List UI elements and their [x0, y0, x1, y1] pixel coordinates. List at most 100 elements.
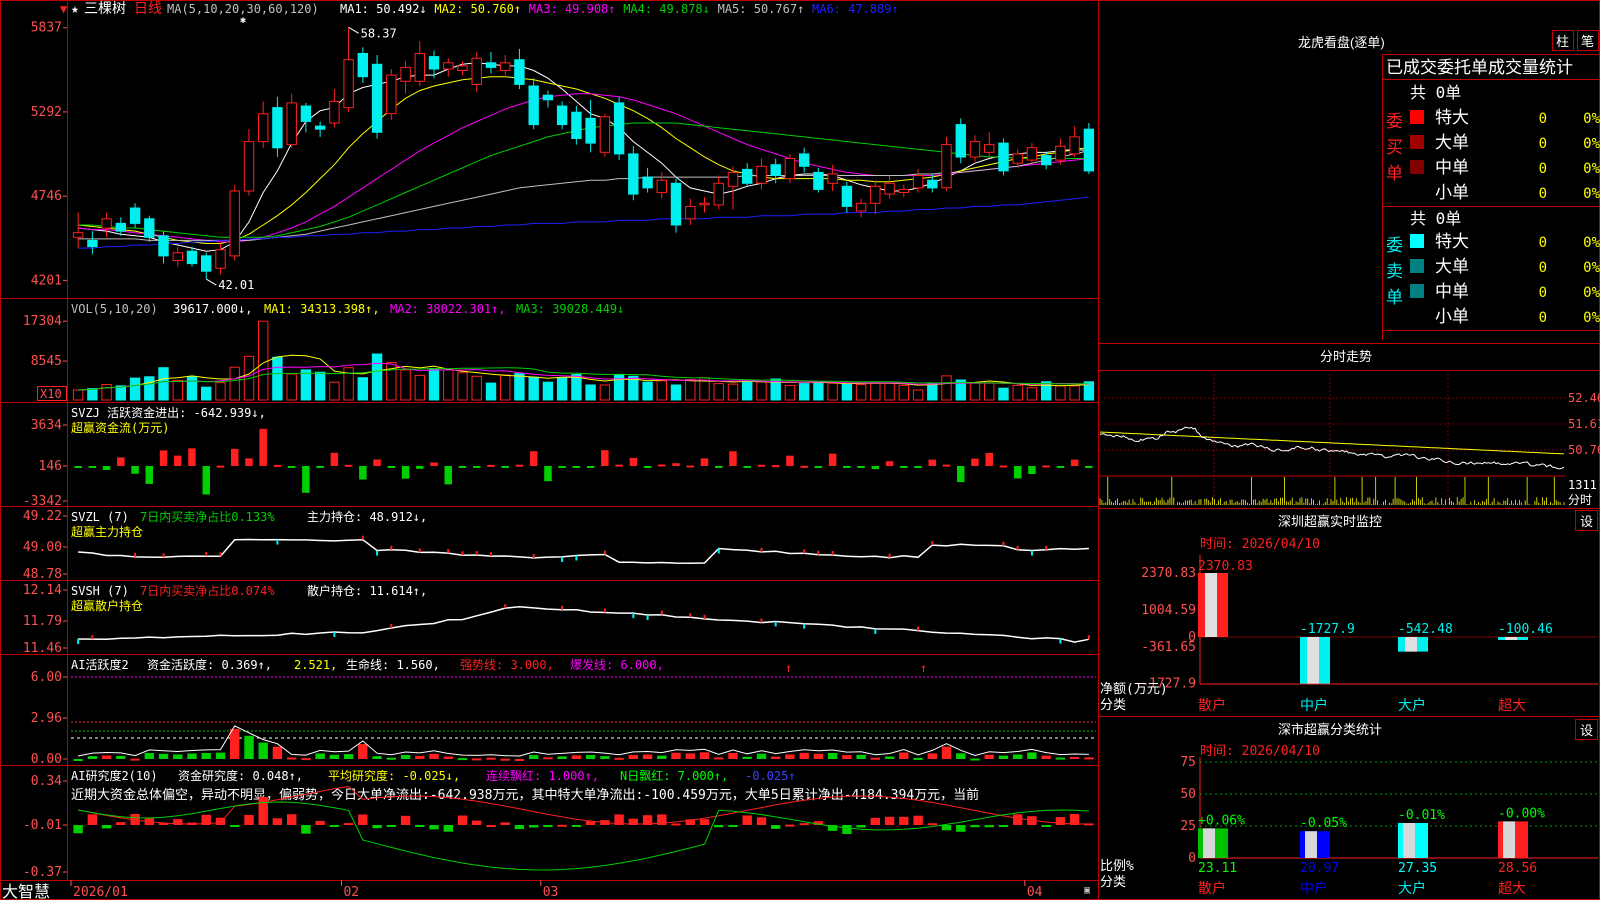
- monitor-bar-label: -100.46: [1498, 622, 1553, 637]
- panel-tick: 11.79: [23, 614, 62, 629]
- svzj-bar: [529, 451, 538, 466]
- candle: [1012, 149, 1023, 168]
- svzj-bar: [416, 466, 424, 469]
- research-bar: [73, 825, 83, 834]
- activity-bar: [158, 753, 169, 759]
- terminal-canvas[interactable]: ▼ ★ 三棵树 日线 MA(5,10,20,30,60,120) MA1: 50…: [0, 0, 1600, 900]
- lock-icon[interactable]: ▣: [1084, 885, 1090, 896]
- volume-bar: [500, 374, 511, 401]
- monitor-bar-highlight: [1205, 573, 1217, 637]
- favorite-star-icon: ★: [71, 2, 79, 17]
- candlestick-chart[interactable]: 58.37 42.01 ✱: [72, 15, 1095, 292]
- candle: [286, 93, 297, 148]
- volume-bar: [144, 376, 155, 401]
- activity-bar: [1041, 755, 1051, 759]
- period-label: 日线: [134, 1, 162, 17]
- stat-count: 0: [1539, 235, 1547, 251]
- candle-body: [799, 153, 810, 167]
- monitor-xlabel: 分类: [1100, 698, 1126, 713]
- yanjiu-value: 资金研究度: 0.048↑,: [178, 768, 303, 783]
- monitor-category: 中户: [1300, 697, 1328, 714]
- research-bar: [899, 816, 909, 825]
- svzj-bar: [259, 428, 267, 466]
- ratio-value: 23.11: [1198, 861, 1237, 876]
- research-bar: [87, 814, 98, 825]
- monitor-category: 大户: [1398, 697, 1426, 714]
- svzj-bar: [1028, 466, 1036, 474]
- research-bar: [956, 825, 966, 832]
- vol-tick: 8545: [31, 354, 62, 369]
- yanjiu-header: AI研究度2(10) 资金研究度: 0.048↑, 平均研究度: -0.025↓…: [71, 768, 979, 803]
- buy-total: 共 0单: [1410, 83, 1461, 102]
- ratio-chart[interactable]: 75 50 25 0 +0.06% 23.11 散户 -0.05% 20.97 中户 -0.01% 2…: [1180, 755, 1598, 897]
- svsh-line2: 超赢散户持仓: [71, 598, 143, 613]
- candle: [585, 99, 596, 153]
- candle-body: [443, 62, 454, 70]
- stat-count: 0: [1539, 136, 1547, 152]
- volume-bar: [556, 377, 568, 401]
- research-bar: [842, 825, 852, 834]
- candle-body: [414, 53, 426, 82]
- ma-param: MA(5,10,20,30,60,120): [167, 2, 319, 16]
- candle: [414, 41, 426, 86]
- research-bar: [529, 825, 539, 828]
- sell-side-char: 委: [1386, 236, 1403, 256]
- vol-value: 39617.000↓,: [173, 302, 252, 316]
- intraday-panel[interactable]: 分时走势 52.46 51.61 50.76 1311分时: [1099, 349, 1600, 507]
- activity-bar: [73, 759, 83, 761]
- activity-bar: [429, 753, 439, 759]
- svzj-bar: [658, 464, 666, 467]
- activity-bar: [529, 755, 539, 759]
- activity-bar: [315, 753, 325, 759]
- volume-chart[interactable]: [72, 320, 1095, 401]
- svzj-bar: [985, 452, 993, 466]
- candle: [101, 212, 112, 238]
- activity-bar: [272, 746, 283, 759]
- candle: [443, 58, 454, 77]
- date-tick: 02: [343, 885, 359, 900]
- date-tick: 04: [1027, 885, 1043, 900]
- ratio-title: 深市超赢分类统计: [1278, 722, 1382, 737]
- ma-legend: MA1: 50.492↓ MA2: 50.760↑ MA3: 49.908↑ MA4:…: [340, 2, 899, 16]
- svsh-chart[interactable]: [77, 604, 1090, 645]
- volume-bar: [884, 382, 895, 401]
- svzj-bar: [572, 466, 581, 468]
- svsh-header: SVSH (7) 7日内买卖净占比0.074% 散户持仓: 11.614↑, 超…: [71, 583, 427, 613]
- activity-bar: [827, 753, 838, 759]
- volume-bar: [229, 366, 240, 401]
- research-bar: [343, 823, 354, 826]
- intraday-chart: 52.46 51.61 50.76 1311分时: [1099, 374, 1600, 507]
- stat-row: 大单 0 0%: [1410, 133, 1600, 153]
- candle-body: [1069, 136, 1080, 155]
- candle-body: [500, 62, 511, 71]
- research-bar: [998, 825, 1009, 827]
- ratio-bar-group: -0.00% 28.56 超大: [1498, 806, 1545, 897]
- event-marker-icon: ✱: [240, 15, 246, 26]
- research-bar: [756, 817, 767, 825]
- panel-title: 龙虎看盘(逐单): [1298, 35, 1385, 50]
- candle: [599, 113, 611, 157]
- volume-bar: [713, 383, 724, 401]
- candle: [514, 48, 525, 90]
- activity-bar: [1027, 752, 1037, 759]
- monitor-time: 时间: 2026/04/10: [1200, 537, 1320, 552]
- svzj-bar: [700, 458, 709, 466]
- main-chart-header: ▼ ★ 三棵树 日线 MA(5,10,20,30,60,120) MA1: 50…: [60, 1, 899, 17]
- candle: [742, 163, 753, 187]
- candle-body: [599, 116, 611, 153]
- svzl-chart[interactable]: [78, 535, 1089, 564]
- svzj-bar: [686, 465, 694, 468]
- volume-axis: 17304 8545 X10: [23, 314, 67, 401]
- huoyue-chart[interactable]: ↑ ↑: [71, 661, 1096, 761]
- volume-bar: [670, 384, 682, 401]
- bar-mode-label: 柱: [1556, 35, 1569, 50]
- candle-body: [300, 105, 312, 122]
- monitor-chart[interactable]: 2370.831004.59-361.65-1727.902370.83散户-1…: [1141, 555, 1598, 714]
- svzj-bar: [344, 464, 353, 467]
- ratio-category: 超大: [1498, 881, 1526, 897]
- svzj-bar: [928, 459, 936, 466]
- svzj-chart[interactable]: [74, 428, 1093, 495]
- ratio-bar-highlight: [1503, 821, 1515, 858]
- stat-row: 中单 0 0%: [1410, 158, 1600, 178]
- svzj-bar: [871, 466, 880, 470]
